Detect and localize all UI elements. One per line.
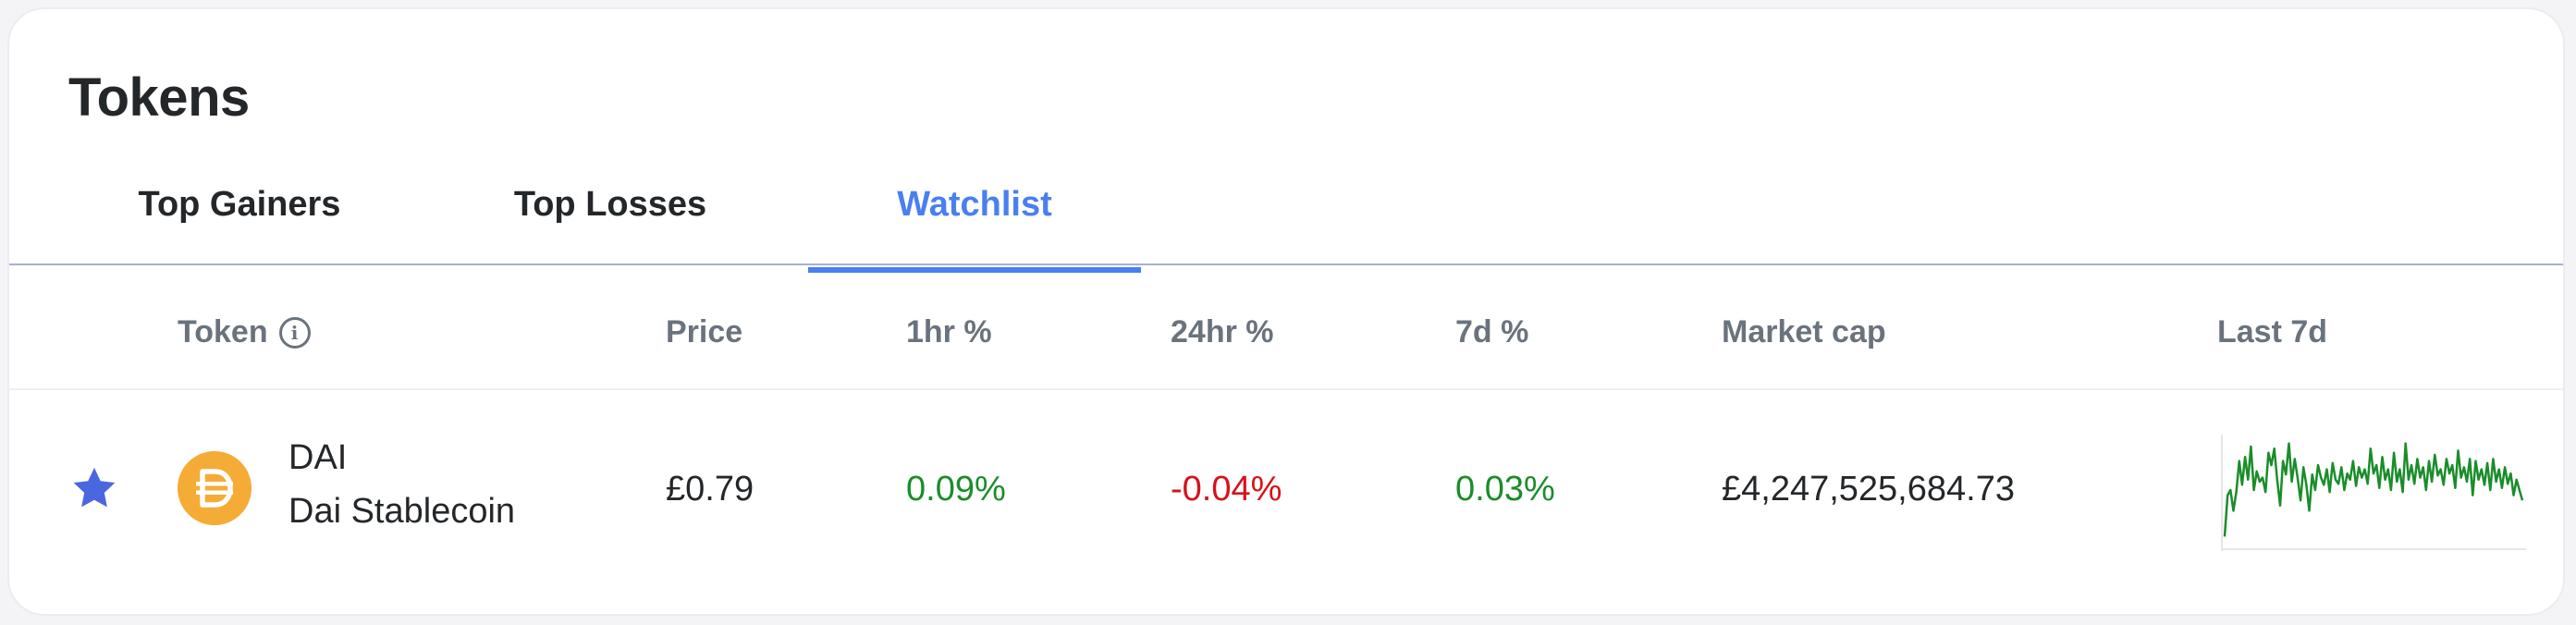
star-icon[interactable] bbox=[70, 464, 118, 512]
dai-logo-icon bbox=[178, 451, 251, 525]
table-row[interactable]: DAI Dai Stablecoin £0.79 0.09% -0.04% 0.… bbox=[9, 390, 2563, 614]
token-price: £0.79 bbox=[666, 470, 754, 509]
change-1hr: 0.09% bbox=[906, 470, 1006, 509]
tab-top-gainers[interactable]: Top Gainers bbox=[133, 185, 346, 268]
token-symbol: DAI bbox=[288, 438, 348, 477]
info-icon[interactable]: i bbox=[278, 316, 311, 349]
column-header-token-label: Token bbox=[178, 314, 268, 349]
tab-bar: Top Gainers Top Losses Watchlist bbox=[9, 185, 2563, 274]
token-name: Dai Stablecoin bbox=[288, 492, 516, 531]
sparkline-line bbox=[2223, 442, 2524, 537]
column-header-24hr[interactable]: 24hr % bbox=[1171, 314, 1274, 350]
tabs-divider bbox=[9, 263, 2563, 265]
column-header-token[interactable]: Token i bbox=[178, 314, 311, 350]
column-header-price[interactable]: Price bbox=[666, 314, 742, 350]
page-title: Tokens bbox=[68, 67, 250, 128]
column-header-1hr[interactable]: 1hr % bbox=[906, 314, 992, 350]
market-cap: £4,247,525,684.73 bbox=[1722, 470, 2015, 509]
column-header-market-cap[interactable]: Market cap bbox=[1722, 314, 1886, 350]
tab-top-losses[interactable]: Top Losses bbox=[501, 185, 719, 268]
tab-watchlist[interactable]: Watchlist bbox=[808, 185, 1141, 273]
column-header-last-7d: Last 7d bbox=[2217, 314, 2328, 349]
change-7d: 0.03% bbox=[1455, 470, 1555, 509]
column-header-7d[interactable]: 7d % bbox=[1455, 314, 1528, 350]
table-header: Token i Price 1hr % 24hr % 7d % Market c… bbox=[9, 296, 2563, 379]
change-24hr: -0.04% bbox=[1171, 470, 1282, 509]
tokens-card: Tokens Top Gainers Top Losses Watchlist … bbox=[7, 7, 2565, 616]
sparkline-chart bbox=[2221, 435, 2526, 551]
